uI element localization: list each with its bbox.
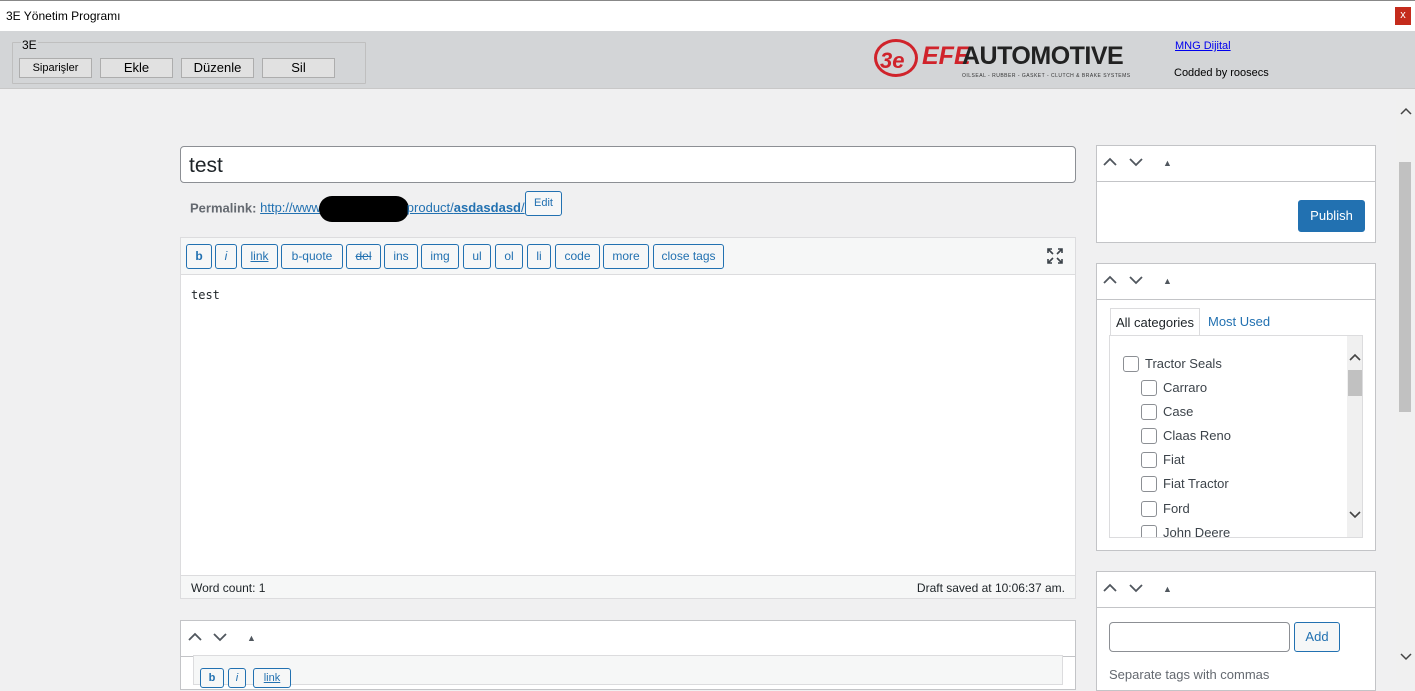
qt-ins-button[interactable]: ins (384, 244, 418, 269)
qt-close-tags-button[interactable]: close tags (653, 244, 724, 269)
publish-metabox: ▲ Publish (1096, 145, 1376, 243)
post-title-input[interactable]: test (180, 146, 1076, 183)
mini-link-button[interactable]: link (253, 668, 291, 688)
page-scrollbar[interactable] (1396, 100, 1415, 680)
categories-metabox: ▲ All categories Most Used Tractor Seals… (1096, 263, 1376, 551)
efe-automotive-logo: 3e EFE AUTOMOTIVE OILSEAL - RUBBER - GAS… (874, 37, 1130, 81)
category-item[interactable]: Case (1141, 403, 1193, 420)
tag-input[interactable] (1109, 622, 1290, 652)
word-count: Word count: 1 (191, 581, 266, 595)
credit-text: Codded by roosecs (1174, 67, 1269, 79)
checkbox[interactable] (1141, 379, 1157, 396)
edit-permalink-button[interactable]: Edit (525, 191, 562, 216)
mng-dijital-link[interactable]: MNG Dijital (1175, 40, 1231, 52)
permalink-url[interactable]: http://www product/asdasdasd/ (260, 196, 525, 222)
tab-all-categories[interactable]: All categories (1110, 308, 1201, 336)
close-button[interactable]: x (1395, 7, 1411, 25)
qt-bquote-button[interactable]: b-quote (281, 244, 343, 269)
qt-link-button[interactable]: link (241, 244, 278, 269)
add-tag-button[interactable]: Add (1294, 622, 1340, 652)
tags-metabox: ▲ Add Separate tags with commas (1096, 571, 1376, 691)
categories-header: ▲ (1097, 264, 1375, 300)
logo-mark: 3e (874, 39, 918, 77)
checkbox[interactable] (1141, 475, 1157, 492)
app-toolbar: 3E Siparişler Ekle Düzenle Sil 3e EFE AU… (0, 31, 1415, 89)
checkbox[interactable] (1141, 403, 1157, 420)
scroll-up-icon[interactable] (1347, 348, 1362, 364)
checkbox[interactable] (1141, 524, 1157, 537)
delete-button[interactable]: Sil (262, 58, 335, 78)
checkbox[interactable] (1141, 500, 1157, 517)
scroll-down-icon[interactable] (1347, 506, 1362, 522)
move-down-icon[interactable] (213, 630, 227, 645)
category-item[interactable]: Fiat Tractor (1141, 475, 1229, 492)
window-title: 3E Yönetim Programı (6, 9, 121, 23)
scroll-up-icon[interactable] (1396, 102, 1415, 120)
draft-status: Draft saved at 10:06:37 am. (916, 581, 1065, 595)
qt-code-button[interactable]: code (555, 244, 600, 269)
toggle-panel-icon[interactable]: ▲ (1163, 158, 1172, 168)
move-up-icon[interactable] (188, 630, 202, 645)
scroll-thumb[interactable] (1399, 162, 1411, 412)
action-group: 3E Siparişler Ekle Düzenle Sil (12, 38, 366, 84)
add-button[interactable]: Ekle (100, 58, 173, 78)
editor-content[interactable]: test (191, 288, 220, 302)
move-down-icon[interactable] (1129, 273, 1143, 288)
tab-most-used[interactable]: Most Used (1203, 308, 1275, 336)
toggle-panel-icon[interactable]: ▲ (1163, 584, 1172, 594)
qt-del-button[interactable]: del (346, 244, 381, 269)
category-item[interactable]: Ford (1141, 500, 1190, 517)
redaction-mark (318, 196, 409, 222)
qt-img-button[interactable]: img (421, 244, 459, 269)
category-list: Tractor Seals Carraro Case Claas Reno Fi… (1109, 335, 1363, 538)
fullscreen-icon[interactable] (1047, 248, 1063, 264)
scroll-down-icon[interactable] (1396, 648, 1415, 666)
move-up-icon[interactable] (1103, 273, 1117, 288)
category-item[interactable]: Fiat (1141, 451, 1185, 468)
qt-ol-button[interactable]: ol (495, 244, 523, 269)
qt-bold-button[interactable]: b (186, 244, 212, 269)
mini-bold-button[interactable]: b (200, 668, 224, 688)
category-item[interactable]: Claas Reno (1141, 427, 1231, 444)
window-titlebar: 3E Yönetim Programı x (0, 0, 1415, 31)
checkbox[interactable] (1141, 451, 1157, 468)
category-scrollbar[interactable] (1347, 336, 1362, 537)
qt-italic-button[interactable]: i (215, 244, 237, 269)
toggle-panel-icon[interactable]: ▲ (1163, 276, 1172, 286)
editor-statusbar: Word count: 1 Draft saved at 10:06:37 am… (181, 575, 1075, 598)
category-item[interactable]: Carraro (1141, 379, 1207, 396)
move-down-icon[interactable] (1129, 581, 1143, 596)
metabox-header: ▲ (181, 621, 1075, 657)
checkbox[interactable] (1141, 427, 1157, 444)
qt-more-button[interactable]: more (603, 244, 649, 269)
qt-ul-button[interactable]: ul (463, 244, 491, 269)
mini-italic-button[interactable]: i (228, 668, 246, 688)
publish-header: ▲ (1097, 146, 1375, 182)
scroll-thumb[interactable] (1348, 370, 1362, 396)
permalink-label: Permalink: (190, 200, 257, 216)
tags-header: ▲ (1097, 572, 1375, 608)
orders-button[interactable]: Siparişler (19, 58, 92, 78)
move-up-icon[interactable] (1103, 155, 1117, 170)
permalink-row: Permalink: http://www product/asdasdasd/ (190, 196, 525, 222)
quicktags-toolbar: b i link b-quote del ins img ul ol li co… (181, 238, 1075, 275)
checkbox[interactable] (1123, 355, 1139, 372)
move-up-icon[interactable] (1103, 581, 1117, 596)
group-label: 3E (21, 38, 38, 52)
text-editor: b i link b-quote del ins img ul ol li co… (180, 237, 1076, 599)
mini-toolbar: b i link (193, 655, 1063, 688)
qt-li-button[interactable]: li (527, 244, 551, 269)
toggle-panel-icon[interactable]: ▲ (247, 633, 256, 643)
category-item[interactable]: Tractor Seals (1123, 355, 1222, 372)
category-item[interactable]: John Deere (1141, 524, 1230, 537)
move-down-icon[interactable] (1129, 155, 1143, 170)
publish-button[interactable]: Publish (1298, 200, 1365, 232)
edit-button[interactable]: Düzenle (181, 58, 254, 78)
